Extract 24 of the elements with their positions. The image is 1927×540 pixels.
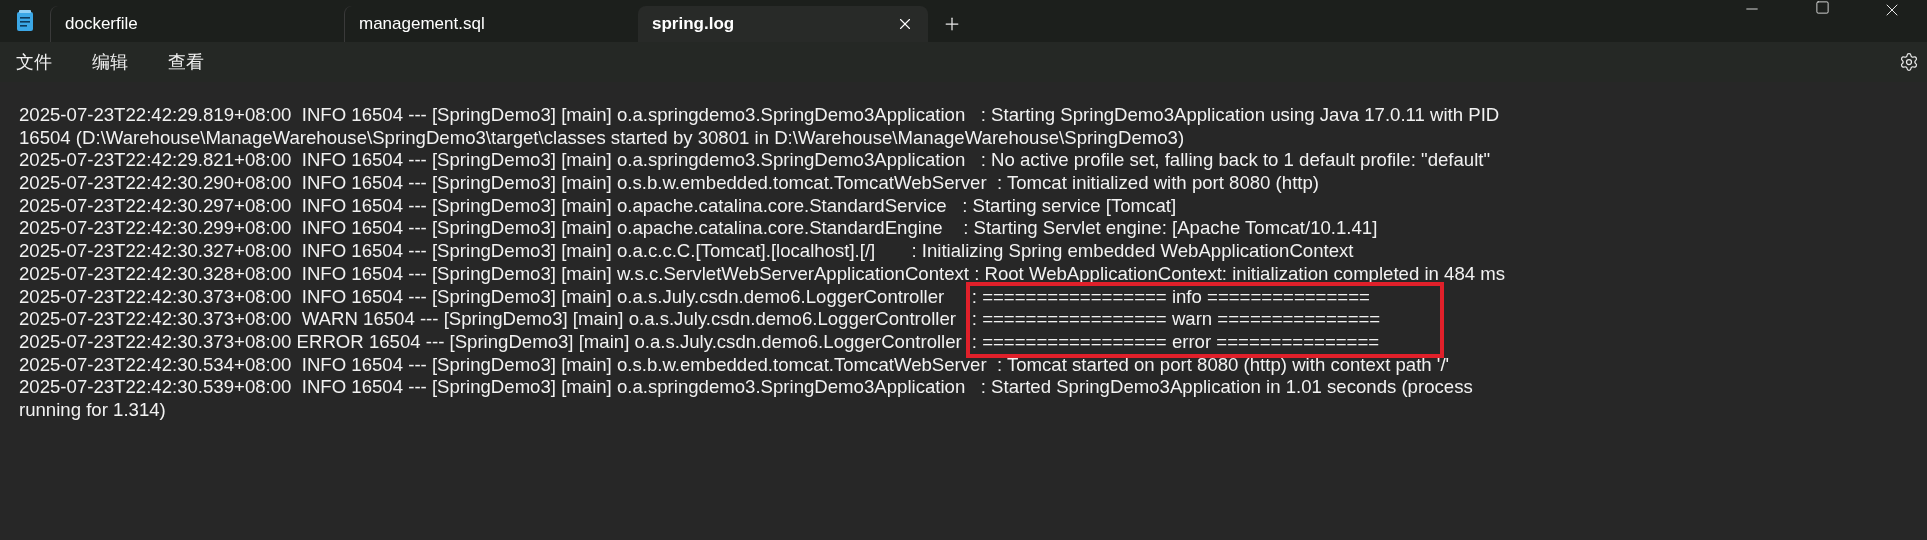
log-message: : ================= error ===============: [971, 330, 1381, 354]
log-line: 2025-07-23T22:42:30.373+08:00 WARN 16504 --- [SpringDemo3] [main] o.a.s.July.csdn.demo6.LoggerController: [19, 308, 957, 331]
log-message: : ================= warn ===============: [971, 308, 1381, 331]
log-line: 2025-07-23T22:42:30.297+08:00 INFO 16504 --- [SpringDemo3] [main] o.apache.catalina.core.StandardService : Starting service [Tomcat]: [19, 194, 1178, 218]
maximize-icon[interactable]: [1814, 0, 1830, 15]
menu-item[interactable]: 查看: [160, 44, 218, 80]
log-message: : ================= info ===============: [971, 285, 1371, 309]
menu-item[interactable]: 编辑: [84, 44, 142, 80]
log-line: 2025-07-23T22:42:30.539+08:00 INFO 16504 --- [SpringDemo3] [main] o.a.springdemo3.SpringDemo3Application : Started SpringDemo3Application in 1.01 seconds (process: [19, 376, 1474, 399]
log-line: 2025-07-23T22:42:30.373+08:00 INFO 16504 --- [SpringDemo3] [main] o.a.s.July.csdn.demo6.LoggerController: [19, 285, 946, 309]
log-line: 2025-07-23T22:42:29.819+08:00 INFO 16504 --- [SpringDemo3] [main] o.a.springdemo3.SpringDemo3Application : Starting SpringDemo3Application using Java 17.0.11 with PID: [19, 104, 1501, 127]
log-line: 2025-07-23T22:42:30.290+08:00 INFO 16504 --- [SpringDemo3] [main] o.s.b.w.embedded.tomcat.TomcatWebServer : Tomcat initialized with port 8080 (http): [19, 172, 1320, 195]
log-line: 2025-07-23T22:42:30.327+08:00 INFO 16504 --- [SpringDemo3] [main] o.a.c.c.C.[Tomcat].[localhost].[/] : Initializing Spring embedded WebApplicationContext: [19, 240, 1355, 263]
menu-item[interactable]: 文件: [8, 44, 66, 80]
log-line: 2025-07-23T22:42:29.821+08:00 INFO 16504 --- [SpringDemo3] [main] o.a.springdemo3.SpringDemo3Application : No active profile set, falling back to 1 default profile: "default": [19, 149, 1492, 173]
log-line: 2025-07-23T22:42:30.373+08:00 ERROR 16504 --- [SpringDemo3] [main] o.a.s.July.csdn.demo6.LoggerController: [19, 330, 962, 354]
settings-icon[interactable]: [1899, 52, 1919, 72]
log-line: running for 1.314): [19, 398, 167, 422]
log-line: 2025-07-23T22:42:30.534+08:00 INFO 16504 --- [SpringDemo3] [main] o.s.b.w.embedded.tomcat.TomcatWebServer : Tomcat started on port 8080 (http) with context path '/': [19, 353, 1451, 377]
log-line: 2025-07-23T22:42:30.328+08:00 INFO 16504 --- [SpringDemo3] [main] w.s.c.ServletWebServerApplicationContext : Root WebApplicationContext: initialization completed in 484 ms: [19, 262, 1507, 286]
tab[interactable]: spring.log: [638, 6, 928, 42]
log-line: 2025-07-23T22:42:30.299+08:00 INFO 16504 --- [SpringDemo3] [main] o.apache.catalina.core.StandardEngine : Starting Servlet engine: [Apache Tomcat/10.1.41]: [19, 217, 1379, 241]
log-line: 16504 (D:\Warehouse\ManageWarehouse\SpringDemo3\target\classes started by 30801 in D:\Warehouse\ManageWarehouse\SpringDemo3): [19, 126, 1186, 150]
notepad-icon: [16, 10, 34, 32]
